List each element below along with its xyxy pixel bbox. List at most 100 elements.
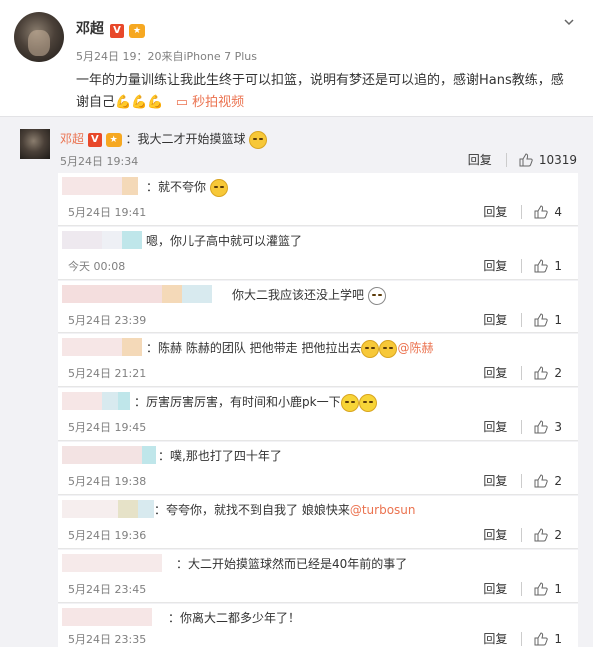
reply-date: 5月24日 23:35: [68, 633, 147, 646]
reply-actions: 回复 2: [483, 526, 562, 543]
divider: [505, 152, 507, 167]
reply-button[interactable]: 回复: [468, 151, 492, 168]
thumbs-up-icon[interactable]: [534, 365, 549, 380]
thumbs-up-icon[interactable]: [534, 419, 549, 434]
blurred-username: [62, 231, 142, 249]
mention-link[interactable]: @陈赫: [397, 341, 433, 355]
like-count: 2: [554, 365, 562, 380]
reply-button[interactable]: 回复: [483, 257, 507, 274]
cat-emoji-icon: [249, 130, 268, 149]
author-avatar[interactable]: [14, 12, 64, 62]
thumbs-up-icon[interactable]: [534, 312, 549, 327]
reply-text: 你大二我应该还没上学吧: [232, 286, 386, 305]
comment-text: ：我大二才开始摸篮球: [125, 132, 246, 146]
post-text: 一年的力量训练让我此生终于可以扣篮，说明有梦还是可以追的，感谢Hans教练，感谢…: [76, 70, 576, 114]
reply-date: 今天 00:08: [68, 260, 126, 273]
like-count: 3: [554, 419, 562, 434]
author-name[interactable]: 邓超: [76, 18, 104, 38]
like-count: 4: [554, 204, 562, 219]
comment-author[interactable]: 邓超: [60, 132, 84, 146]
blurred-username: [62, 177, 138, 195]
blurred-username: [62, 446, 156, 464]
mention-link[interactable]: @turbosun: [350, 503, 416, 517]
grin-emoji-icon: [340, 393, 359, 412]
post-meta: 5月24日 19：20来自iPhone 7 Plus: [76, 50, 258, 63]
video-icon: ▭: [175, 95, 189, 110]
blurred-username: [62, 608, 152, 626]
reply-actions: 回复 4: [483, 203, 562, 220]
like-count: 1: [554, 631, 562, 646]
reply-text: ：陈赫 陈赫的团队 把他带走 把他拉出去 @陈赫: [146, 339, 433, 358]
reply-item: ：你离大二都多少年了！ 5月24日 23:35 回复 1: [58, 604, 578, 647]
reply-date: 5月24日 19:41: [68, 206, 147, 219]
reply-actions: 回复 1: [483, 580, 562, 597]
reply-button[interactable]: 回复: [483, 203, 507, 220]
like-count: 2: [554, 527, 562, 542]
reply-actions: 回复 1: [483, 630, 562, 647]
reply-text: ：大二开始摸篮球然而已经是40年前的事了: [176, 557, 408, 571]
like-count: 2: [554, 473, 562, 488]
muscle-emoji-icon: 💪💪💪: [115, 95, 164, 110]
thumbs-up-icon[interactable]: [534, 581, 549, 596]
reply-item: ：陈赫 陈赫的团队 把他带走 把他拉出去 @陈赫 5月24日 21:21 回复 2: [58, 334, 578, 387]
verified-icon: V: [87, 132, 102, 147]
verified-icon: V: [110, 23, 124, 38]
top-comment-line: 邓超 V ★ ：我大二才开始摸篮球: [60, 130, 268, 149]
reply-text: ：就不夸你: [146, 178, 228, 197]
blurred-username: [62, 285, 212, 303]
thumbs-up-icon[interactable]: [519, 152, 533, 167]
reply-button[interactable]: 回复: [483, 630, 507, 647]
top-comment: 邓超 V ★ ：我大二才开始摸篮球 5月24日 19:34 回复 10319: [0, 117, 593, 173]
reply-item: ：大二开始摸篮球然而已经是40年前的事了 5月24日 23:45 回复 1: [58, 550, 578, 603]
vip-badge-icon: ★: [105, 132, 122, 147]
blurred-username: [62, 554, 162, 572]
video-link-label: 秒拍视频: [192, 95, 245, 110]
video-link[interactable]: ▭ 秒拍视频: [176, 95, 244, 110]
blurred-username: [62, 392, 130, 410]
reply-button[interactable]: 回复: [483, 472, 507, 489]
thumbs-up-icon[interactable]: [534, 631, 549, 646]
thumbs-up-icon[interactable]: [534, 258, 549, 273]
vip-badge-icon: ★: [129, 23, 146, 38]
like-count: 1: [554, 258, 562, 273]
reply-item: ：就不夸你 5月24日 19:41 回复 4: [58, 173, 578, 226]
reply-date: 5月24日 23:39: [68, 314, 147, 327]
thumbs-up-icon[interactable]: [534, 204, 549, 219]
reply-button[interactable]: 回复: [483, 364, 507, 381]
reply-date: 5月24日 19:38: [68, 475, 147, 488]
comment-actions: 回复 10319: [468, 151, 577, 168]
reply-item: 你大二我应该还没上学吧 5月24日 23:39 回复 1: [58, 281, 578, 333]
reply-actions: 回复 2: [483, 472, 562, 489]
reply-text: ：夸夸你，就找不到自我了 娘娘快来@turbosun: [154, 503, 416, 517]
grin-emoji-icon: [358, 393, 377, 412]
comment-date: 5月24日 19:34: [60, 155, 139, 168]
reply-button[interactable]: 回复: [483, 580, 507, 597]
funny-face-emoji-icon: [367, 286, 386, 305]
reply-text: 嗯，你儿子高中就可以灌篮了: [146, 234, 303, 248]
like-count: 1: [554, 581, 562, 596]
thumbs-up-icon[interactable]: [534, 473, 549, 488]
thumbs-up-icon[interactable]: [534, 527, 549, 542]
reply-date: 5月24日 19:45: [68, 421, 147, 434]
reply-text: ：噗,那也打了四十年了: [158, 449, 282, 463]
reply-button[interactable]: 回复: [483, 311, 507, 328]
comments-panel: 邓超 V ★ ：我大二才开始摸篮球 5月24日 19:34 回复 10319 ：…: [0, 116, 593, 647]
reply-date: 5月24日 19:36: [68, 529, 147, 542]
blurred-username: [62, 500, 154, 518]
reply-date: 5月24日 23:45: [68, 583, 147, 596]
cat-emoji-icon: [379, 339, 398, 358]
cat-emoji-icon: [361, 339, 380, 358]
chevron-down-icon[interactable]: [563, 16, 575, 28]
reply-item: ：噗,那也打了四十年了 5月24日 19:38 回复 2: [58, 442, 578, 495]
reply-actions: 回复 2: [483, 364, 562, 381]
weibo-post: 邓超 V ★ 5月24日 19：20来自iPhone 7 Plus 一年的力量训…: [0, 0, 593, 114]
reply-button[interactable]: 回复: [483, 526, 507, 543]
reply-date: 5月24日 21:21: [68, 367, 147, 380]
reply-button[interactable]: 回复: [483, 418, 507, 435]
comment-avatar[interactable]: [20, 129, 50, 159]
like-count: 10319: [538, 152, 577, 167]
reply-item: ：夸夸你，就找不到自我了 娘娘快来@turbosun 5月24日 19:36 回…: [58, 496, 578, 549]
author-badges: V ★: [110, 20, 146, 39]
like-count: 1: [554, 312, 562, 327]
blurred-username: [62, 338, 142, 356]
